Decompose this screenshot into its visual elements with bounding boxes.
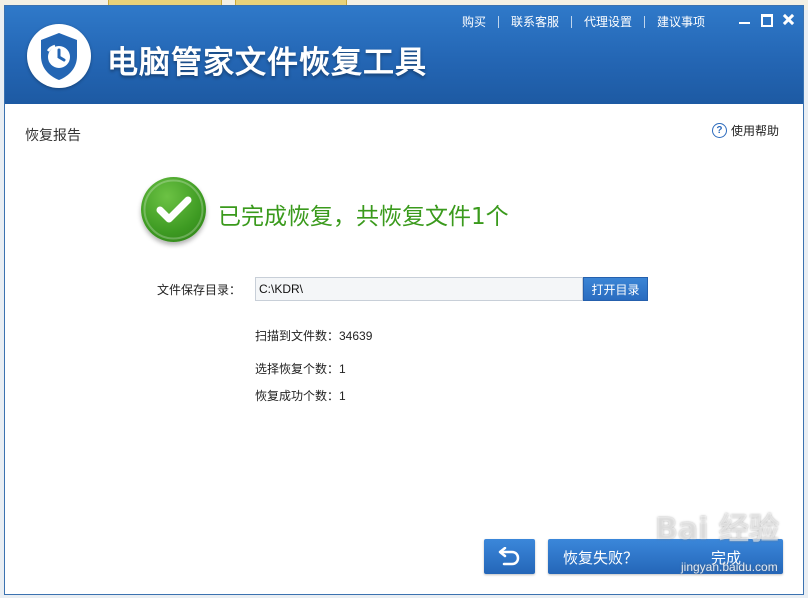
report-content: 恢复报告 ? 使用帮助 已完成恢复，共恢复文件1个 文件保存目录： C:\KDR… — [5, 104, 803, 594]
open-directory-button[interactable]: 打开目录 — [583, 277, 648, 301]
window-controls — [738, 13, 795, 27]
question-circle-icon: ? — [711, 123, 727, 138]
help-label: 使用帮助 — [730, 124, 779, 138]
maximize-icon[interactable] — [760, 13, 773, 27]
app-logo-icon — [27, 24, 91, 88]
checkmark-icon — [141, 177, 206, 242]
menu-suggestions[interactable]: 建议事项 — [645, 13, 717, 30]
minimize-icon[interactable] — [738, 13, 751, 26]
watermark-url: jingyan.baidu.com — [681, 560, 778, 574]
app-title: 电脑管家文件恢复工具 — [107, 45, 427, 81]
save-dir-label: 文件保存目录： — [157, 283, 242, 297]
success-count: 恢复成功个数：1 — [255, 389, 346, 403]
back-button[interactable] — [484, 539, 535, 574]
recovery-failed-label: 恢复失败？ — [563, 550, 639, 567]
title-bar[interactable]: 电脑管家文件恢复工具 购买 联系客服 代理设置 建议事项 — [5, 6, 803, 104]
menu-buy[interactable]: 购买 — [450, 13, 498, 30]
success-message: 已完成恢复，共恢复文件1个 — [218, 204, 509, 230]
top-menu: 购买 联系客服 代理设置 建议事项 — [450, 13, 717, 30]
menu-proxy-settings[interactable]: 代理设置 — [572, 13, 644, 30]
menu-contact-support[interactable]: 联系客服 — [499, 13, 571, 30]
recovery-window: 电脑管家文件恢复工具 购买 联系客服 代理设置 建议事项 恢复报告 ? 使用帮助 — [4, 5, 804, 595]
save-dir-field[interactable]: C:\KDR\ — [255, 277, 583, 301]
selected-count: 选择恢复个数：1 — [255, 362, 346, 376]
baidu-watermark: Bai 经验 — [655, 512, 779, 547]
close-icon[interactable] — [782, 13, 795, 26]
section-title: 恢复报告 — [25, 127, 81, 143]
undo-arrow-icon — [498, 547, 520, 566]
scanned-count: 扫描到文件数：34639 — [255, 329, 373, 343]
help-link[interactable]: ? 使用帮助 — [711, 122, 779, 139]
